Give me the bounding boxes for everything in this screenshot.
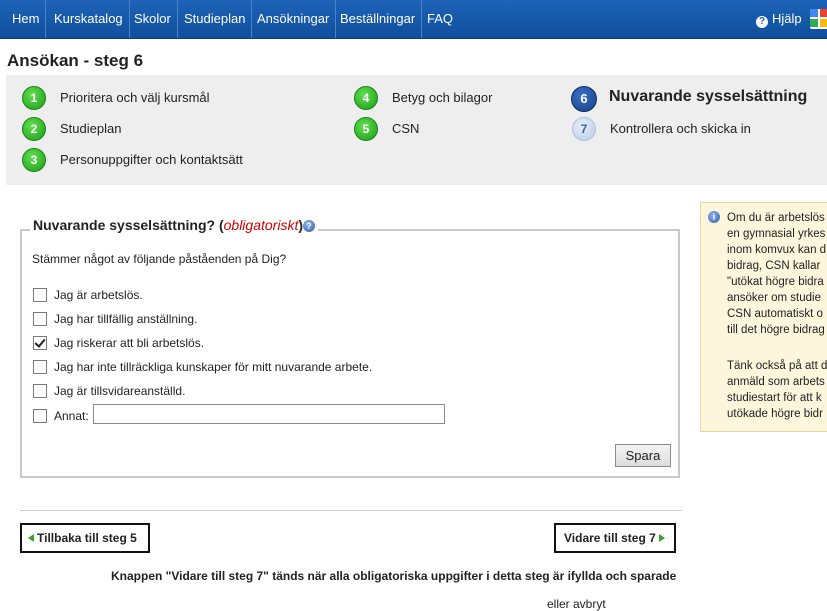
- info-icon[interactable]: ?: [303, 220, 315, 232]
- info-line: Tänk också på att d: [727, 360, 827, 372]
- info-line: studiestart för att k: [727, 392, 822, 404]
- annat-input[interactable]: [93, 404, 445, 424]
- nav-item-kurskatalog[interactable]: Kurskatalog: [48, 0, 130, 38]
- checkbox-tillfallig-anstallning[interactable]: [33, 312, 47, 326]
- checkbox-tillsvidareanstalld[interactable]: [33, 384, 47, 398]
- top-navigation: Hem Kurskatalog Skolor Studieplan Ansökn…: [0, 0, 827, 39]
- cancel-link[interactable]: eller avbryt: [547, 597, 606, 611]
- step-number-badge: 1: [22, 86, 46, 110]
- info-line: ansöker om studie: [727, 292, 821, 304]
- info-line: inom komvux kan d: [727, 244, 827, 256]
- back-to-step-5-button[interactable]: Tillbaka till steg 5: [20, 523, 150, 553]
- nav-item-skolor[interactable]: Skolor: [128, 0, 178, 38]
- option-label: Jag är tillsvidareanställd.: [54, 384, 186, 398]
- next-button-notice: Knappen "Vidare till steg 7" tänds när a…: [111, 569, 677, 583]
- checkbox-arbetslos[interactable]: [33, 288, 47, 302]
- google-icon[interactable]: [810, 9, 827, 29]
- checkbox-riskerar-arbetslos[interactable]: [33, 336, 47, 350]
- nav-item-hem[interactable]: Hem: [6, 0, 47, 38]
- info-panel: i Om du är arbetslös en gymnasial yrkes …: [700, 202, 827, 432]
- option-label: Jag är arbetslös.: [54, 288, 143, 302]
- info-line: Om du är arbetslös: [727, 212, 825, 224]
- step-number-badge: 2: [22, 117, 46, 141]
- info-line: bidrag, CSN kallar: [727, 260, 821, 272]
- info-line: anmäld som arbets: [727, 376, 825, 388]
- question-circle-icon: ?: [756, 16, 768, 28]
- employment-fieldset: [20, 229, 680, 478]
- option-label: Jag riskerar att bli arbetslös.: [54, 336, 205, 350]
- step-number-badge: 6: [571, 86, 597, 112]
- nav-item-ansokningar[interactable]: Ansökningar: [251, 0, 337, 38]
- checkbox-annat[interactable]: [33, 409, 47, 423]
- step-label: Kontrollera och skicka in: [610, 121, 751, 136]
- next-to-step-7-button[interactable]: Vidare till steg 7: [554, 523, 676, 553]
- step-number-badge: 3: [22, 148, 46, 172]
- page-title: Ansökan - steg 6: [7, 51, 144, 70]
- step-number-badge: 7: [572, 117, 596, 141]
- nav-item-studieplan[interactable]: Studieplan: [178, 0, 253, 38]
- save-button[interactable]: Spara: [615, 444, 671, 467]
- info-line: utökade högre bidr: [727, 408, 823, 420]
- step-number-badge: 5: [354, 117, 378, 141]
- info-line: "utökat högre bidra: [727, 276, 824, 288]
- nav-item-bestallningar[interactable]: Beställningar: [334, 0, 423, 38]
- option-label: Jag har tillfällig anställning.: [54, 312, 198, 326]
- step-number-badge: 4: [354, 86, 378, 110]
- step-label: CSN: [392, 121, 420, 136]
- required-marker: obligatoriskt: [223, 217, 299, 233]
- arrow-right-icon: [658, 534, 665, 542]
- nav-item-faq[interactable]: FAQ: [421, 0, 459, 38]
- fieldset-legend: Nuvarande sysselsättning? (obligatoriskt…: [30, 217, 318, 233]
- step-label: Personuppgifter och kontaktsätt: [60, 152, 243, 167]
- checkbox-otillrackliga-kunskaper[interactable]: [33, 360, 47, 374]
- info-line: en gymnasial yrkes: [727, 228, 826, 240]
- step-label: Nuvarande sysselsättning: [609, 88, 808, 105]
- info-line: CSN automatiskt o: [727, 308, 823, 320]
- arrow-left-icon: [28, 534, 34, 542]
- legend-text: Nuvarande sysselsättning? (: [33, 217, 224, 233]
- steps-panel: 1 Prioritera och välj kursmål 2 Studiepl…: [6, 75, 827, 185]
- option-label: Jag har inte tillräckliga kunskaper för …: [54, 360, 373, 374]
- info-line: till det högre bidrag: [727, 324, 825, 336]
- back-button-label: Tillbaka till steg 5: [37, 531, 137, 545]
- step-label: Betyg och bilagor: [392, 90, 493, 105]
- step-label: Studieplan: [60, 121, 122, 136]
- divider: [20, 510, 682, 511]
- question-text: Stämmer något av följande påståenden på …: [32, 252, 287, 266]
- help-label: Hjälp: [772, 11, 802, 26]
- next-button-label: Vidare till steg 7: [564, 531, 656, 545]
- step-label: Prioritera och välj kursmål: [60, 90, 210, 105]
- info-icon: i: [708, 211, 720, 223]
- help-link[interactable]: ? Hjälp: [756, 0, 802, 38]
- option-label: Annat:: [54, 409, 89, 423]
